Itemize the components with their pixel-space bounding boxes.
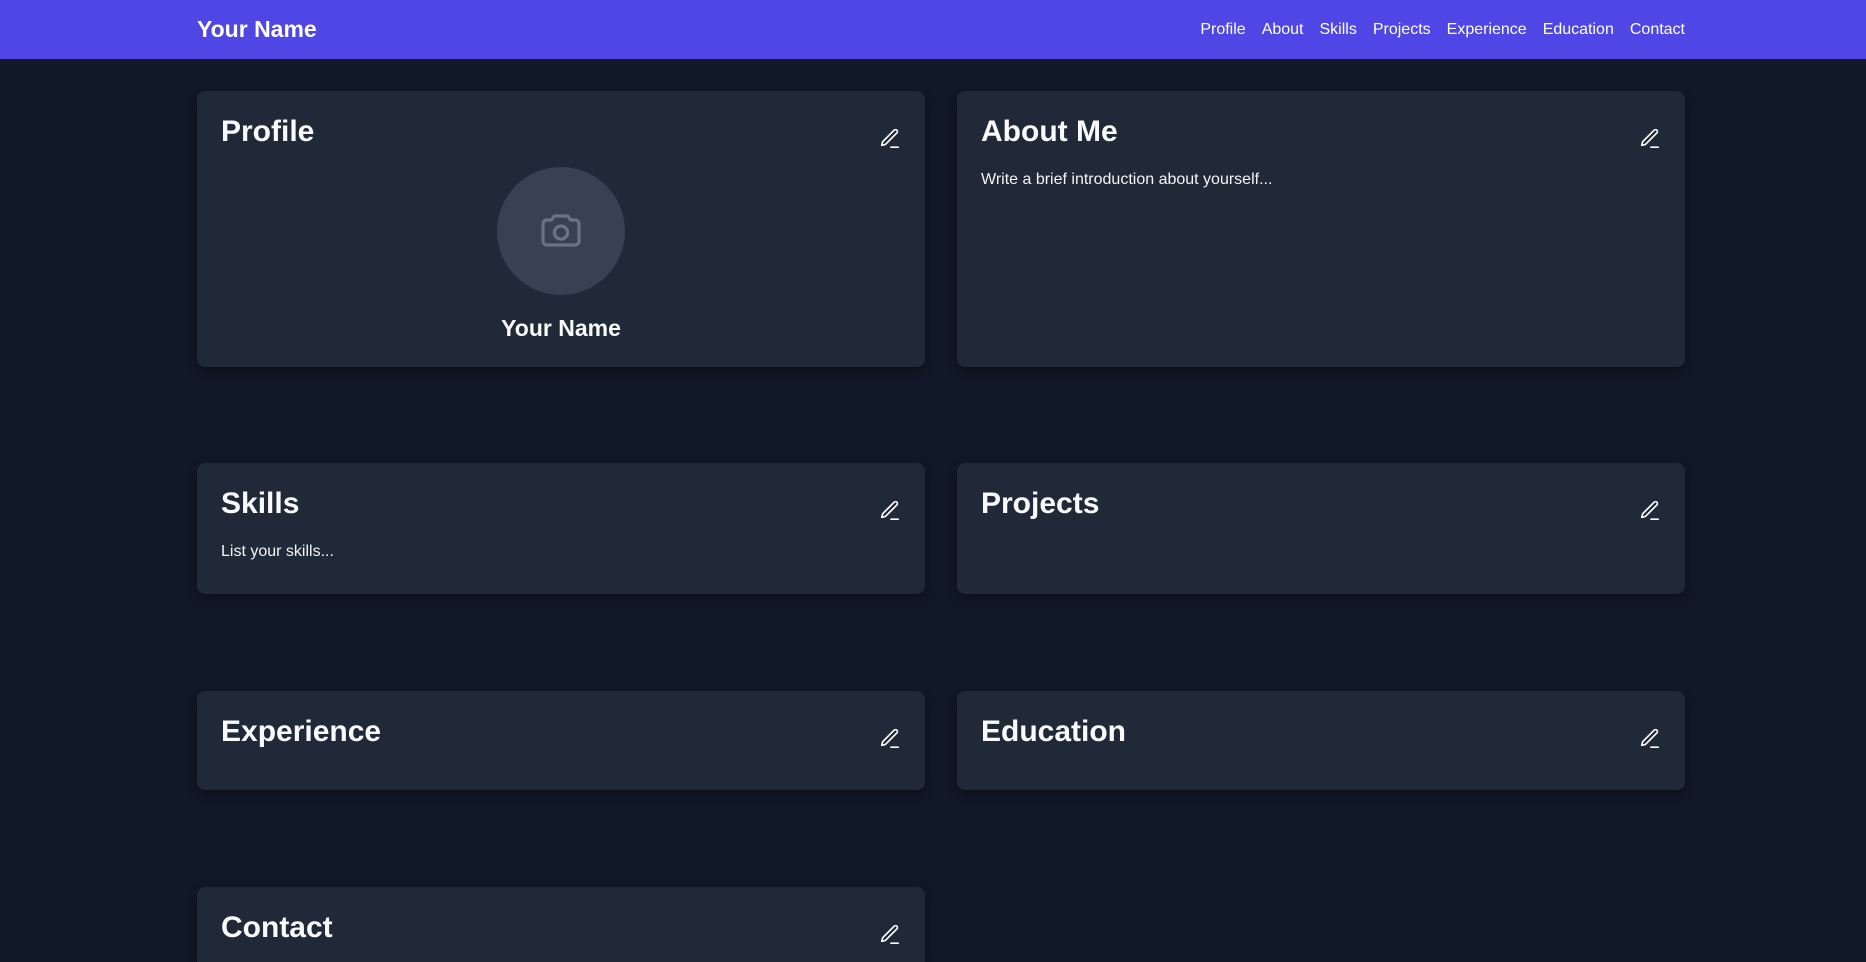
top-navbar: Your Name Profile About Skills Projects … [0, 0, 1866, 59]
nav-link-profile[interactable]: Profile [1200, 21, 1245, 39]
nav-link-education[interactable]: Education [1543, 21, 1614, 39]
nav-link-contact[interactable]: Contact [1630, 21, 1685, 39]
education-card: Education [957, 691, 1685, 790]
nav-links: Profile About Skills Projects Experience… [1200, 21, 1685, 39]
edit-about-button[interactable] [1639, 127, 1661, 149]
avatar-upload[interactable] [497, 167, 625, 295]
edit-education-button[interactable] [1639, 727, 1661, 749]
contact-title: Contact [221, 911, 333, 944]
about-card: About Me Write a brief introduction abou… [957, 91, 1685, 367]
pencil-icon [880, 924, 900, 944]
edit-profile-button[interactable] [879, 127, 901, 149]
navbar-inner: Your Name Profile About Skills Projects … [197, 0, 1685, 59]
edit-contact-button[interactable] [879, 923, 901, 945]
contact-card: Contact [197, 887, 925, 962]
projects-card: Projects [957, 463, 1685, 594]
pencil-icon [1640, 728, 1660, 748]
nav-link-projects[interactable]: Projects [1373, 21, 1431, 39]
projects-title: Projects [981, 487, 1100, 520]
experience-title: Experience [221, 715, 382, 748]
skills-title: Skills [221, 487, 300, 520]
pencil-icon [1640, 500, 1660, 520]
nav-link-about[interactable]: About [1262, 21, 1304, 39]
skills-text: List your skills... [221, 543, 334, 560]
nav-link-skills[interactable]: Skills [1320, 21, 1357, 39]
edit-experience-button[interactable] [879, 727, 901, 749]
experience-card: Experience [197, 691, 925, 790]
camera-icon [541, 214, 581, 247]
education-title: Education [981, 715, 1127, 748]
profile-name: Your Name [501, 315, 621, 341]
profile-card: Profile Your Name [197, 91, 925, 367]
profile-title: Profile [221, 115, 315, 148]
pencil-icon [880, 128, 900, 148]
about-title: About Me [981, 115, 1118, 148]
pencil-icon [880, 728, 900, 748]
edit-projects-button[interactable] [1639, 499, 1661, 521]
about-text: Write a brief introduction about yoursel… [981, 171, 1273, 188]
pencil-icon [880, 500, 900, 520]
edit-skills-button[interactable] [879, 499, 901, 521]
nav-link-experience[interactable]: Experience [1447, 21, 1527, 39]
skills-card: Skills List your skills... [197, 463, 925, 594]
pencil-icon [1640, 128, 1660, 148]
brand-name[interactable]: Your Name [197, 16, 317, 43]
